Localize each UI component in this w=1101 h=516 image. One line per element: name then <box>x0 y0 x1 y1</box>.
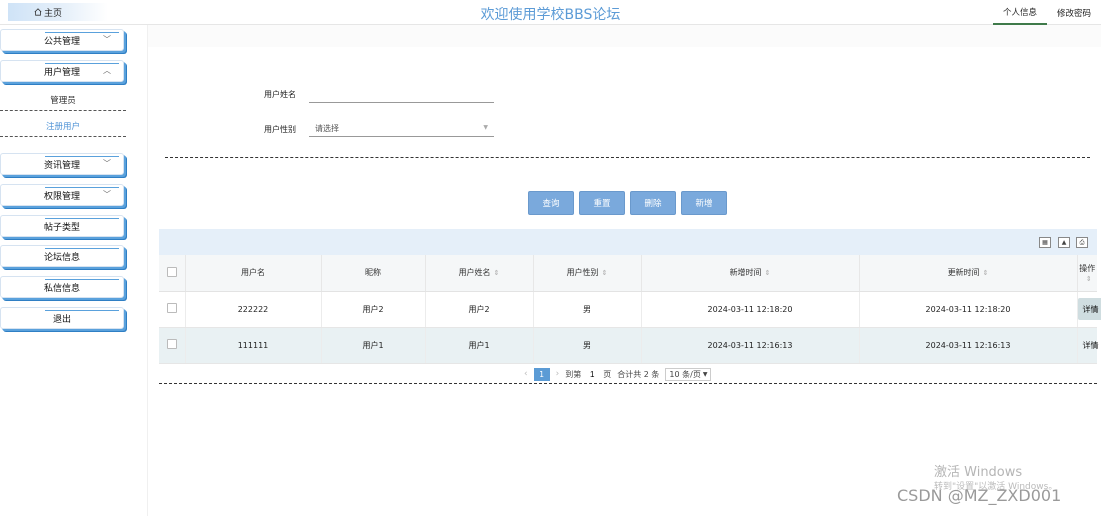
sidebar-item-permission-management[interactable]: 权限管理 ﹀ <box>0 184 124 206</box>
sort-icon: ⇕ <box>1085 274 1092 283</box>
chevron-down-icon: ﹀ <box>103 159 111 168</box>
sidebar-item-label: 论坛信息 <box>43 252 80 263</box>
name-label: 用户姓名 <box>264 90 296 99</box>
col-actions[interactable]: 操作⇕ <box>1077 255 1097 292</box>
select-all-checkbox[interactable] <box>166 266 177 277</box>
delete-button[interactable]: 删除 <box>630 191 676 215</box>
columns-icon[interactable]: ▦ <box>1039 237 1051 248</box>
cell-updated: 2024-03-11 12:16:13 <box>859 327 1078 364</box>
sort-icon: ⇕ <box>493 269 500 278</box>
sidebar-item-logout[interactable]: 退出 <box>0 307 124 329</box>
print-icon[interactable]: ⎙ <box>1076 237 1088 248</box>
reset-button[interactable]: 重置 <box>579 191 625 215</box>
total-count: 合计共 2 条 <box>617 369 660 379</box>
detail-button[interactable]: 详情 <box>1077 298 1101 320</box>
sidebar-item-label: 用户管理 <box>43 67 80 78</box>
activate-windows-title: 激活 Windows <box>934 465 1023 480</box>
name-input[interactable] <box>309 87 494 103</box>
cell-nickname: 用户1 <box>321 327 426 364</box>
prev-page-icon[interactable]: ‹ <box>524 369 528 379</box>
sidebar-item-private-messages[interactable]: 私信信息 <box>0 276 124 298</box>
table-row: 111111 用户1 用户1 男 2024-03-11 12:16:13 202… <box>159 327 1099 364</box>
cell-created: 2024-03-11 12:16:13 <box>641 327 860 364</box>
sort-icon: ⇕ <box>601 269 608 278</box>
cell-realname: 用户1 <box>425 327 534 364</box>
page-number[interactable]: 1 <box>533 367 550 381</box>
users-table: 用户名 昵称 用户姓名 ⇕ 用户性别 ⇕ 新增时间 ⇕ 更新时间 ⇕ 操作⇕ 22222… <box>159 255 1101 364</box>
goto-label: 到第 <box>565 369 582 379</box>
caret-down-icon: ▼ <box>483 124 488 131</box>
sort-icon: ⇕ <box>764 269 771 278</box>
divider <box>159 383 1097 384</box>
chevron-up-icon: ︿ <box>103 66 111 75</box>
app-root: 主页 欢迎使用学校BBS论坛 个人信息 修改密码 公共管理 ﹀ 用户管理 ︿ 管… <box>0 0 1101 516</box>
row-checkbox[interactable] <box>166 303 177 313</box>
query-button[interactable]: 查询 <box>528 191 574 215</box>
cell-gender: 男 <box>533 291 642 328</box>
sidebar-item-news-management[interactable]: 资讯管理 ﹀ <box>0 153 124 175</box>
sidebar-item-label: 退出 <box>52 314 71 325</box>
chevron-down-icon: ﹀ <box>103 190 111 199</box>
gender-placeholder: 请选择 <box>315 124 339 133</box>
main-content: 用户姓名 用户性别 请选择 ▼ 查询 重置 删除 新增 ▦ ▲ ⎙ 用户名 昵称… <box>148 25 1101 516</box>
cell-created: 2024-03-11 12:18:20 <box>641 291 860 328</box>
row-checkbox[interactable] <box>166 339 177 349</box>
content-card: 用户姓名 用户性别 请选择 ▼ 查询 重置 删除 新增 ▦ ▲ ⎙ 用户名 昵称… <box>148 47 1101 516</box>
top-bar: 主页 欢迎使用学校BBS论坛 个人信息 修改密码 <box>0 0 1101 25</box>
cell-updated: 2024-03-11 12:18:20 <box>859 291 1078 328</box>
chevron-down-icon: ﹀ <box>103 35 111 44</box>
nav-change-password[interactable]: 修改密码 <box>1047 0 1101 25</box>
cell-realname: 用户2 <box>425 291 534 328</box>
site-title: 欢迎使用学校BBS论坛 <box>480 7 621 23</box>
gender-select[interactable]: 请选择 ▼ <box>309 121 494 137</box>
cell-gender: 男 <box>533 327 642 364</box>
sidebar-subitem-registered-users[interactable]: 注册用户 <box>0 115 126 137</box>
select-all-cell <box>159 255 186 292</box>
table-header-row: 用户名 昵称 用户姓名 ⇕ 用户性别 ⇕ 新增时间 ⇕ 更新时间 ⇕ 操作⇕ <box>159 255 1097 292</box>
next-page-icon[interactable]: › <box>556 369 560 379</box>
col-nickname: 昵称 <box>321 255 426 292</box>
col-realname[interactable]: 用户姓名 ⇕ <box>425 255 534 292</box>
page-suffix: 页 <box>603 369 612 379</box>
sidebar-item-user-management[interactable]: 用户管理 ︿ <box>0 60 124 82</box>
sidebar-item-post-types[interactable]: 帖子类型 <box>0 215 124 237</box>
table-toolbar: ▦ ▲ ⎙ <box>159 229 1097 255</box>
sidebar-subitem-admin[interactable]: 管理员 <box>0 89 126 111</box>
col-gender[interactable]: 用户性别 ⇕ <box>533 255 642 292</box>
sort-icon: ⇕ <box>982 269 989 278</box>
cell-username: 111111 <box>185 327 322 364</box>
gender-label: 用户性别 <box>264 125 296 134</box>
sidebar-item-public-management[interactable]: 公共管理 ﹀ <box>0 29 124 51</box>
table-row: 222222 用户2 用户2 男 2024-03-11 12:18:20 202… <box>159 291 1101 328</box>
csdn-watermark: CSDN @MZ_ZXD001 <box>897 486 1062 505</box>
col-username: 用户名 <box>185 255 322 292</box>
sidebar-item-forum-info[interactable]: 论坛信息 <box>0 245 124 267</box>
cell-username: 222222 <box>185 291 322 328</box>
sidebar: 公共管理 ﹀ 用户管理 ︿ 管理员 注册用户 资讯管理 ﹀ 权限管理 ﹀ 帖子类… <box>0 25 148 516</box>
sidebar-item-label: 私信信息 <box>43 283 80 294</box>
chevron-down-icon: ▼ <box>702 370 708 378</box>
col-updated[interactable]: 更新时间 ⇕ <box>859 255 1078 292</box>
sidebar-item-label: 帖子类型 <box>43 222 80 233</box>
export-icon[interactable]: ▲ <box>1058 237 1070 248</box>
page-size-select[interactable]: 10 条/页 ▼ <box>665 367 712 381</box>
goto-page-input[interactable] <box>581 367 604 381</box>
divider <box>165 157 1090 158</box>
sidebar-item-label: 公共管理 <box>43 36 80 47</box>
top-nav: 个人信息 修改密码 <box>992 0 1101 25</box>
cell-nickname: 用户2 <box>321 291 426 328</box>
pagination: ‹ 1 › 到第 页 合计共 2 条 10 条/页 ▼ <box>518 366 712 382</box>
nav-personal-info[interactable]: 个人信息 <box>992 0 1047 25</box>
sidebar-item-label: 资讯管理 <box>43 160 80 171</box>
detail-button[interactable]: 详情 <box>1078 334 1101 356</box>
add-button[interactable]: 新增 <box>681 191 727 215</box>
sidebar-item-label: 权限管理 <box>43 191 80 202</box>
col-created[interactable]: 新增时间 ⇕ <box>641 255 860 292</box>
